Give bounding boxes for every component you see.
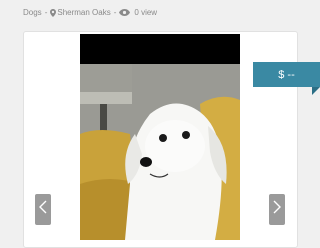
listing-meta: Dogs - Sherman Oaks - 0 view: [23, 8, 157, 17]
gallery-next-button[interactable]: [269, 194, 285, 225]
price-label: $ --: [278, 68, 295, 81]
view-count: 0 view: [134, 8, 158, 17]
separator: -: [113, 8, 117, 17]
gallery-prev-button[interactable]: [35, 194, 51, 225]
category-link[interactable]: Dogs: [23, 8, 42, 17]
chevron-left-icon: [39, 200, 47, 219]
price-tag-fold: [312, 87, 320, 95]
separator: -: [44, 8, 48, 17]
location-link[interactable]: Sherman Oaks: [57, 8, 110, 17]
chevron-right-icon: [273, 200, 281, 219]
price-tag: $ --: [253, 62, 320, 87]
map-pin-icon: [50, 8, 57, 17]
listing-photo[interactable]: [80, 34, 240, 240]
eye-icon: [119, 8, 131, 17]
